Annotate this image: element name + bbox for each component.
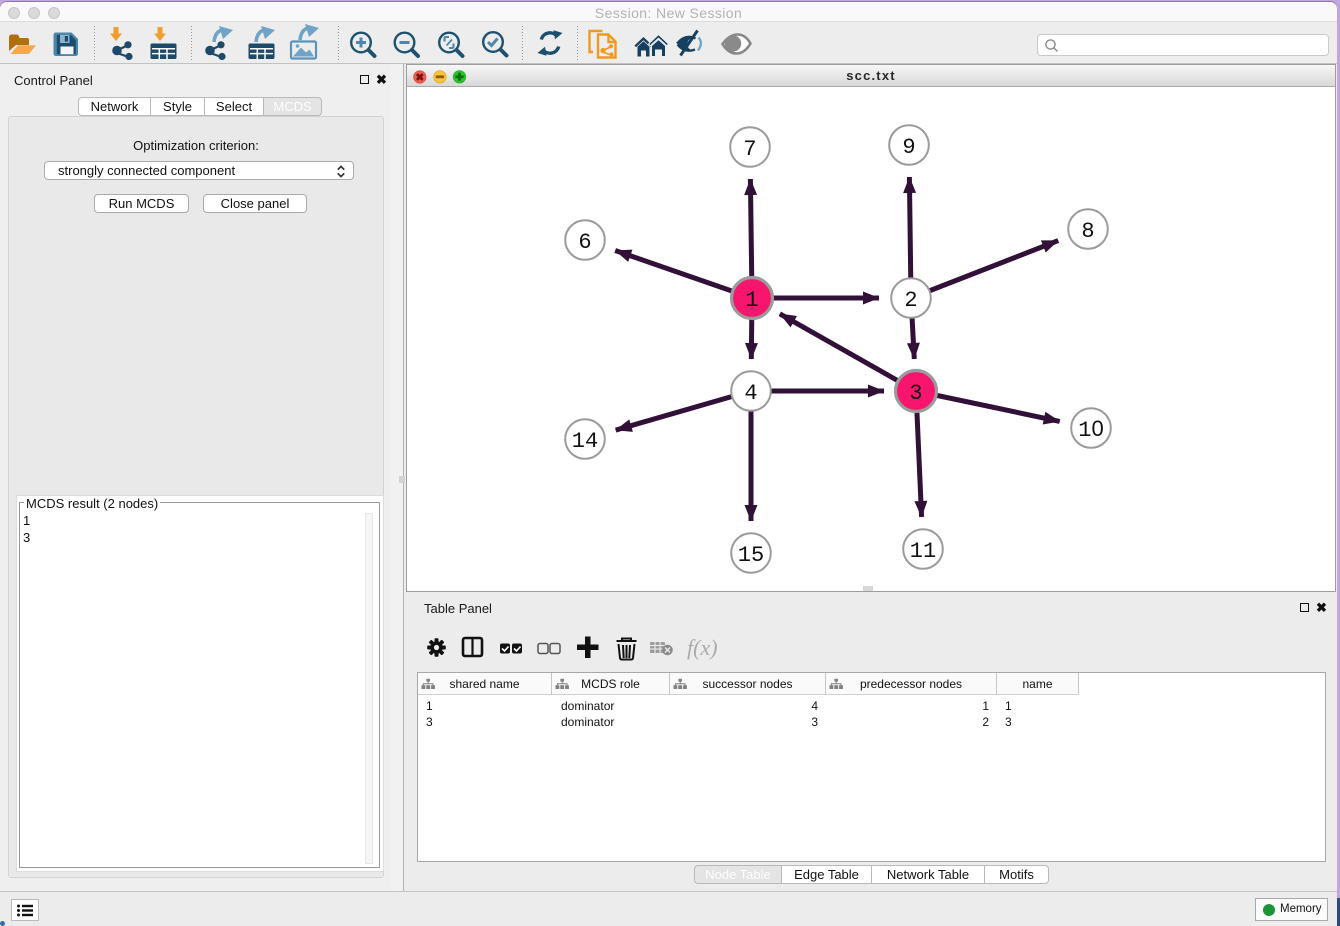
svg-text:14: 14 (572, 429, 598, 454)
svg-text:6: 6 (578, 230, 591, 255)
svg-text:10: 10 (1078, 416, 1103, 443)
svg-text:2: 2 (904, 288, 917, 313)
svg-text:8: 8 (1081, 219, 1094, 244)
svg-text:7: 7 (743, 137, 756, 162)
svg-text:3: 3 (909, 381, 922, 406)
svg-text:11: 11 (910, 539, 936, 564)
svg-text:1: 1 (745, 288, 758, 313)
svg-text:9: 9 (902, 135, 915, 160)
svg-text:4: 4 (744, 381, 757, 406)
svg-text:f(x): f(x) (687, 635, 718, 660)
svg-text:15: 15 (738, 543, 764, 568)
